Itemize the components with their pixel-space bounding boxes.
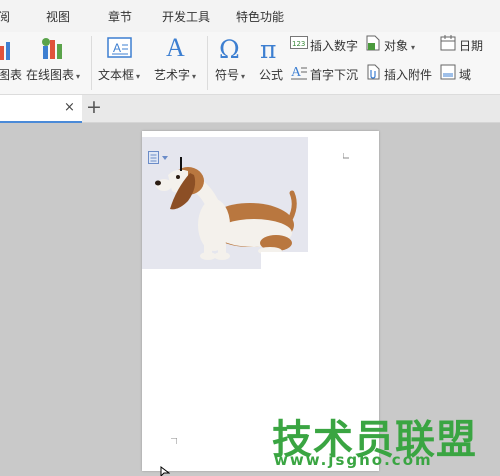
svg-text:A: A: [166, 34, 185, 60]
textbox-button[interactable]: 文本框 ▾: [98, 66, 140, 83]
online-chart-label: 在线图表: [26, 68, 75, 82]
object-label: 对象: [384, 39, 409, 53]
object-icon: [366, 35, 380, 51]
formula-button[interactable]: 公式: [259, 66, 283, 83]
ribbon-toolbar: 图表 在线图表 ▾ A 文本框 ▾ A 艺术字 ▾ Ω 符号 ▾ π 公式 12…: [0, 32, 500, 95]
text-cursor: [180, 157, 182, 171]
symbol-button[interactable]: 符号 ▾: [215, 66, 245, 83]
svg-text:Ω: Ω: [219, 35, 240, 61]
site-watermark: 技术员联盟 www.jsgho.com: [272, 407, 476, 471]
chevron-down-icon: ▾: [192, 72, 197, 81]
layout-options-icon[interactable]: [148, 151, 170, 165]
watermark-url: www.jsgho.com: [274, 451, 433, 469]
insert-number-button[interactable]: 插入数字: [310, 37, 358, 54]
chevron-down-icon: ▾: [241, 72, 246, 81]
symbol-label: 符号: [215, 68, 240, 82]
drop-cap-button[interactable]: 首字下沉: [310, 66, 358, 83]
svg-text:123: 123: [292, 40, 305, 48]
wordart-button[interactable]: 艺术字 ▾: [154, 66, 196, 83]
document-tab[interactable]: ×: [0, 95, 82, 123]
ribbon-divider: [91, 36, 92, 90]
field-icon: [440, 64, 456, 80]
chart-icon: [0, 42, 10, 60]
mouse-pointer-icon: [160, 466, 170, 476]
drop-cap-icon: A: [291, 65, 307, 80]
calendar-icon: [440, 35, 456, 51]
chart-button[interactable]: 图表: [0, 66, 22, 83]
field-button[interactable]: 域: [459, 66, 471, 83]
svg-text:A: A: [113, 41, 121, 55]
close-icon[interactable]: ×: [64, 100, 75, 115]
insert-attachment-button[interactable]: 插入附件: [384, 66, 432, 83]
svg-text:π: π: [260, 35, 276, 61]
textbox-icon: A: [107, 37, 132, 58]
attachment-icon: [367, 64, 380, 80]
chevron-down-icon: ▾: [76, 72, 81, 81]
chevron-down-icon: ▾: [411, 43, 416, 52]
object-button[interactable]: 对象 ▾: [384, 37, 415, 54]
menu-tab-special[interactable]: 特色功能: [236, 8, 284, 25]
menu-tab-developer[interactable]: 开发工具: [162, 8, 210, 25]
svg-text:A: A: [291, 65, 302, 80]
wordart-icon: A: [166, 34, 185, 60]
image-overlap-area: [261, 252, 308, 274]
ribbon-divider: [207, 36, 208, 90]
menu-tab-review[interactable]: 阅: [0, 8, 10, 25]
margin-corner-top-right: [343, 153, 349, 159]
menu-tab-view[interactable]: 视图: [46, 8, 70, 25]
wordart-label: 艺术字: [154, 68, 191, 82]
document-tab-bar: × +: [0, 95, 500, 123]
menu-tab-section[interactable]: 章节: [108, 8, 132, 25]
omega-symbol-icon: Ω: [219, 35, 240, 61]
online-chart-button[interactable]: 在线图表 ▾: [26, 66, 80, 83]
chevron-down-icon: ▾: [136, 72, 141, 81]
insert-number-icon: 123: [290, 36, 308, 49]
margin-corner-bottom-left: [171, 438, 177, 444]
new-tab-button[interactable]: +: [86, 96, 102, 118]
date-button[interactable]: 日期: [459, 37, 483, 54]
pi-formula-icon: π: [260, 35, 276, 61]
online-chart-icon: [42, 38, 62, 59]
textbox-label: 文本框: [98, 68, 135, 82]
menu-bar: 阅 视图 章节 开发工具 特色功能: [0, 0, 500, 33]
